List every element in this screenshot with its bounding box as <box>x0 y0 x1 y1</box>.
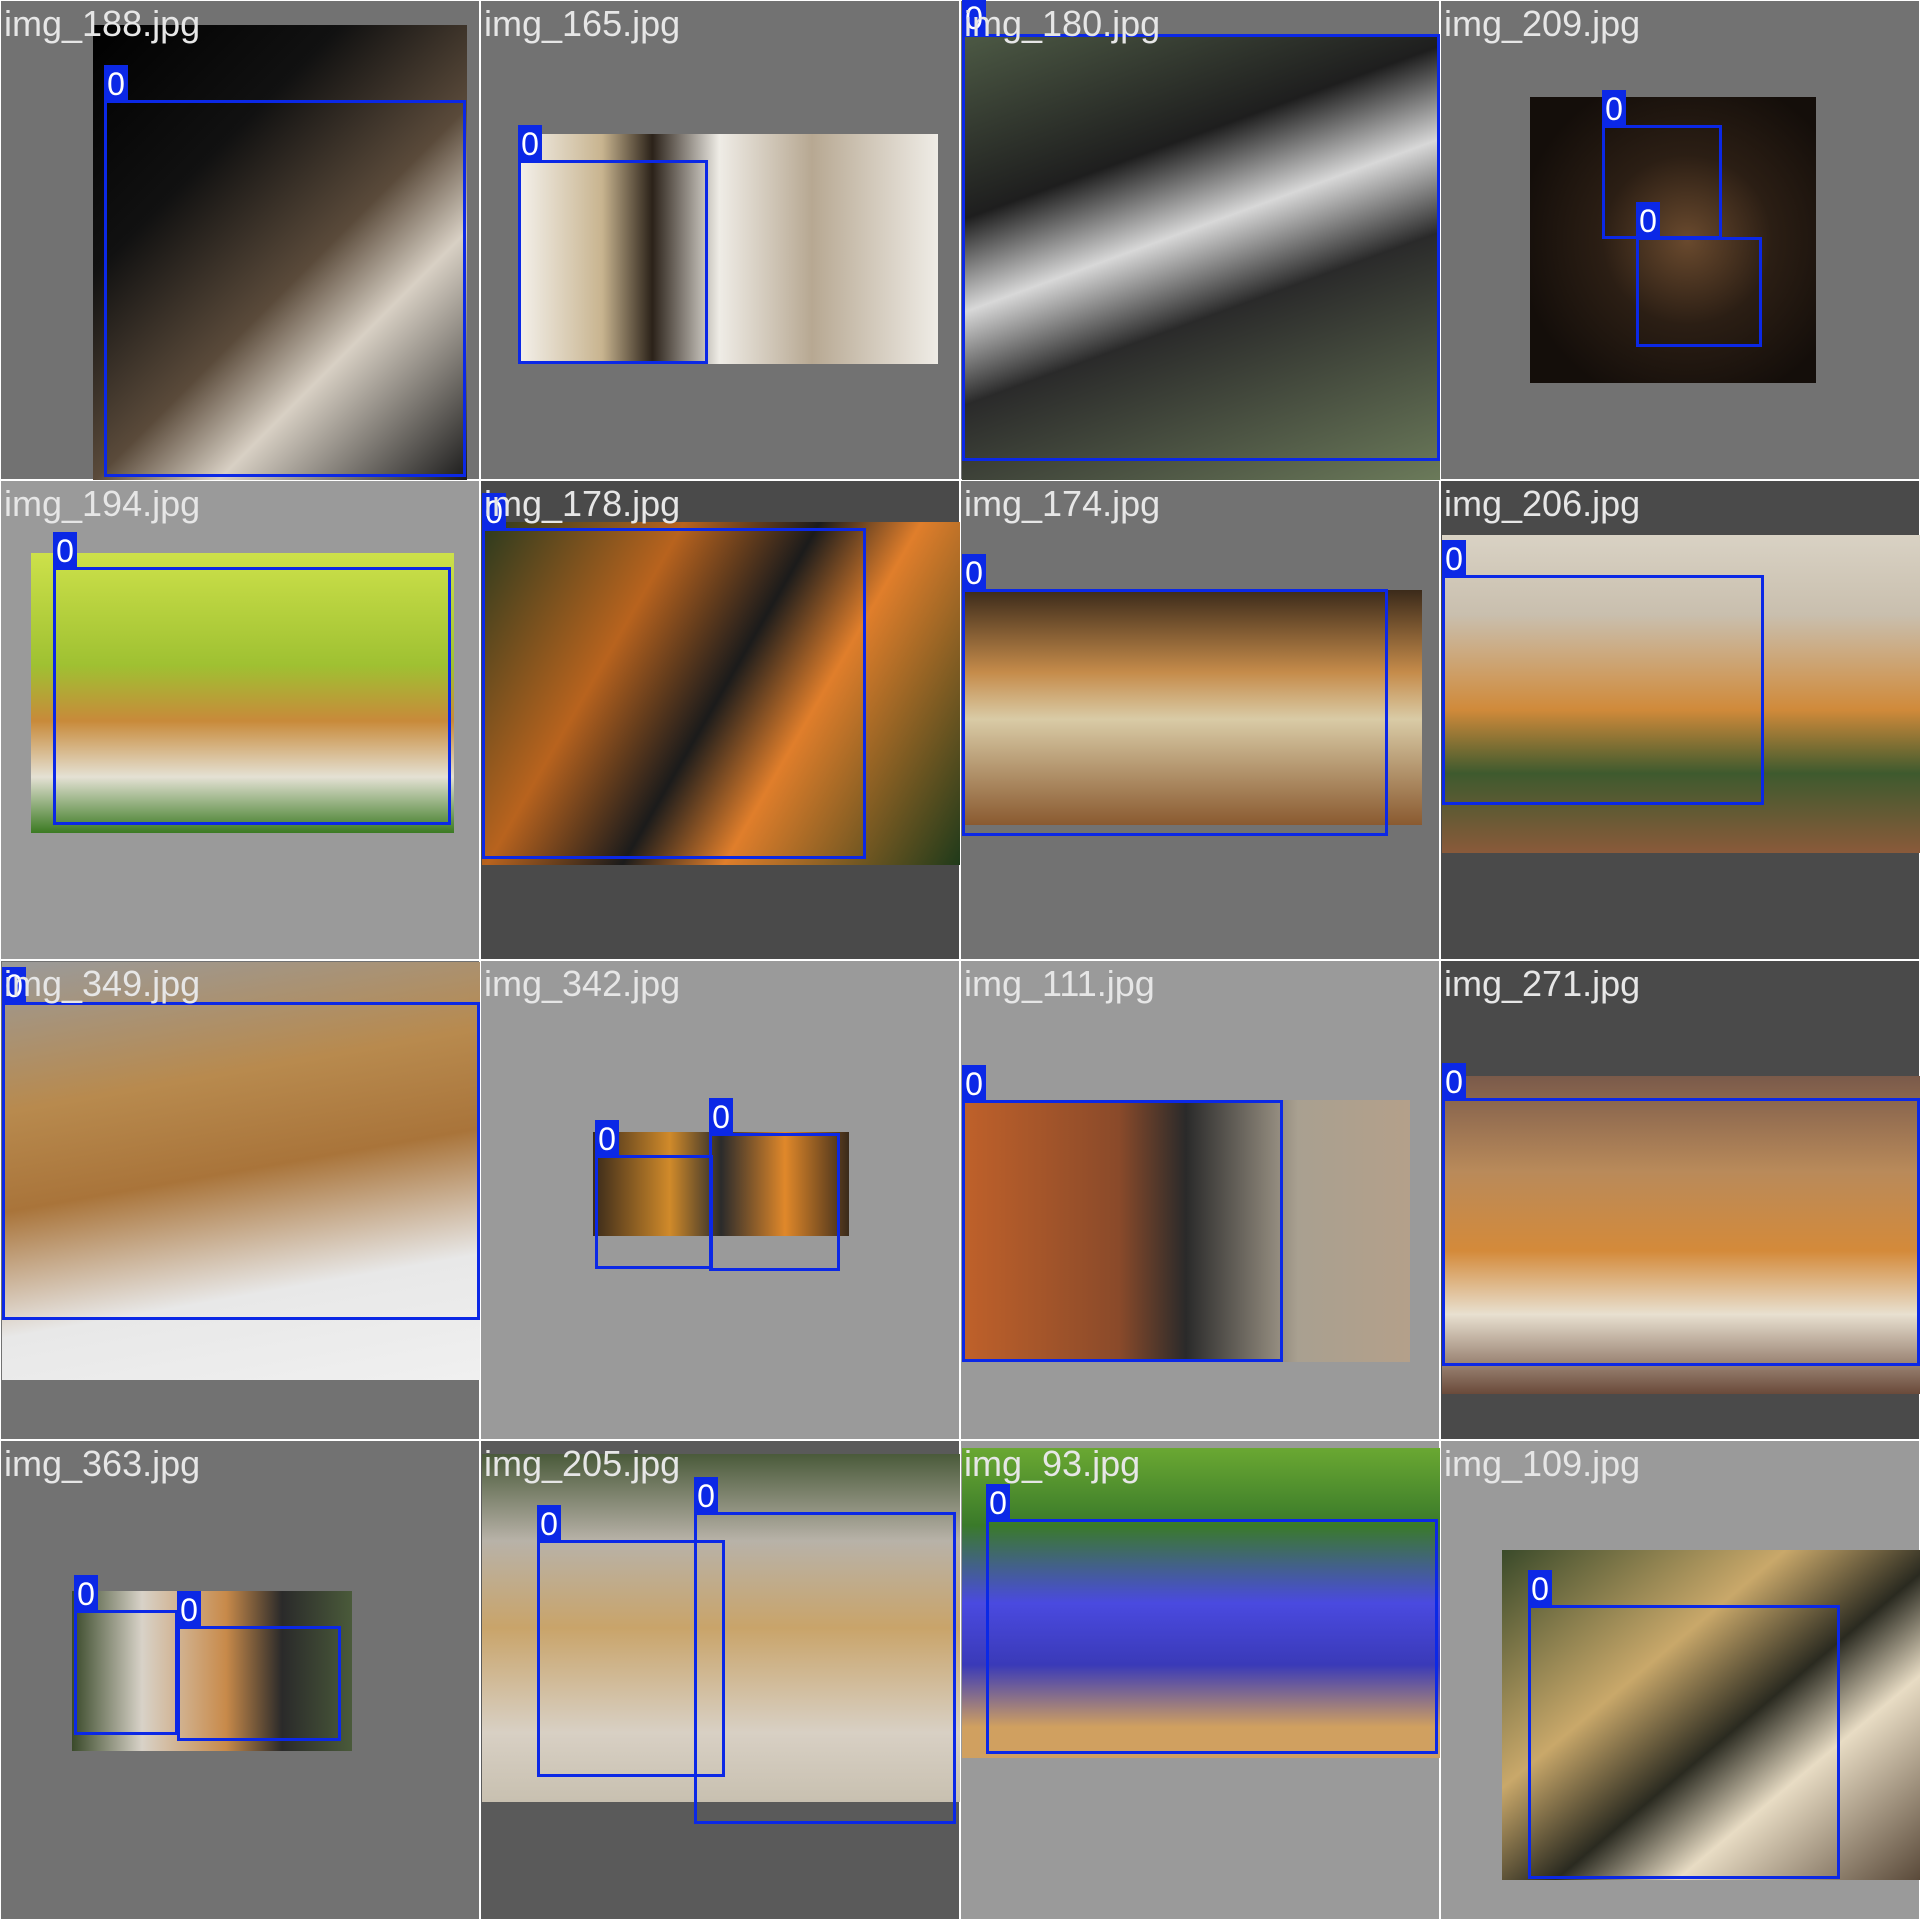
image-filename-label: img_111.jpg <box>964 963 1155 1004</box>
detection-bounding-box: 0 <box>986 1484 1438 1754</box>
detection-class-tag: 0 <box>1528 1570 1552 1608</box>
detection-class-tag: 0 <box>694 1477 718 1515</box>
image-filename-label: img_180.jpg <box>964 3 1161 44</box>
detection-bounding-box: 0 <box>1636 202 1762 347</box>
detection-bounding-box: 0 <box>482 493 866 859</box>
image-filename-label: img_178.jpg <box>484 483 681 524</box>
image-filename-label: img_165.jpg <box>484 3 681 44</box>
detection-class-tag: 0 <box>1442 1063 1466 1101</box>
image-tile: img_205.jpg 0 0 <box>480 1440 960 1920</box>
detection-bounding-box: 0 <box>1602 90 1722 239</box>
image-tile: img_206.jpg 0 <box>1440 480 1920 960</box>
detection-class-tag: 0 <box>1442 540 1466 578</box>
image-tile: img_180.jpg 0 <box>960 0 1440 480</box>
detection-bounding-box: 0 <box>518 125 708 364</box>
image-tile: img_188.jpg 0 <box>0 0 480 480</box>
image-tile: img_111.jpg 0 <box>960 960 1440 1440</box>
image-tile: img_109.jpg 0 <box>1440 1440 1920 1920</box>
detection-class-tag: 0 <box>962 554 986 592</box>
image-filename-label: img_209.jpg <box>1444 3 1641 44</box>
image-tile: img_165.jpg 0 <box>480 0 960 480</box>
image-filename-label: img_349.jpg <box>4 963 201 1004</box>
detection-bounding-box: 0 <box>53 532 451 825</box>
detection-mosaic: img_188.jpg 0 img_165.jpg 0 img_180.jpg 0 img_… <box>0 0 1920 1920</box>
image-filename-label: img_188.jpg <box>4 3 201 44</box>
detection-bounding-box: 0 <box>962 1065 1283 1362</box>
image-tile: img_93.jpg 0 <box>960 1440 1440 1920</box>
detection-class-tag: 0 <box>74 1575 98 1613</box>
image-tile: img_271.jpg 0 <box>1440 960 1920 1440</box>
detection-bounding-box: 0 <box>1528 1570 1840 1879</box>
detection-class-tag: 0 <box>595 1120 619 1158</box>
detection-class-tag: 0 <box>177 1591 201 1629</box>
detection-bounding-box: 0 <box>694 1477 956 1824</box>
detection-class-tag: 0 <box>53 532 77 570</box>
detection-bounding-box: 0 <box>962 0 1440 461</box>
image-filename-label: img_93.jpg <box>964 1443 1141 1484</box>
image-filename-label: img_205.jpg <box>484 1443 681 1484</box>
detection-bounding-box: 0 <box>74 1575 178 1735</box>
detection-bounding-box: 0 <box>962 554 1388 836</box>
image-filename-label: img_109.jpg <box>1444 1443 1641 1484</box>
image-tile: img_363.jpg 0 0 <box>0 1440 480 1920</box>
detection-bounding-box: 0 <box>2 967 480 1320</box>
image-tile: img_194.jpg 0 <box>0 480 480 960</box>
image-filename-label: img_194.jpg <box>4 483 201 524</box>
image-tile: img_209.jpg 0 0 <box>1440 0 1920 480</box>
image-filename-label: img_363.jpg <box>4 1443 201 1484</box>
detection-bounding-box: 0 <box>1442 1063 1920 1366</box>
detection-class-tag: 0 <box>104 65 128 103</box>
image-tile: img_178.jpg 0 <box>480 480 960 960</box>
detection-class-tag: 0 <box>518 125 542 163</box>
detection-class-tag: 0 <box>1636 202 1660 240</box>
detection-class-tag: 0 <box>986 1484 1010 1522</box>
image-filename-label: img_271.jpg <box>1444 963 1641 1004</box>
image-tile: img_174.jpg 0 <box>960 480 1440 960</box>
image-tile: img_342.jpg 0 0 <box>480 960 960 1440</box>
detection-bounding-box: 0 <box>595 1120 713 1269</box>
detection-class-tag: 0 <box>1602 90 1626 128</box>
image-filename-label: img_174.jpg <box>964 483 1161 524</box>
image-tile: img_349.jpg 0 <box>0 960 480 1440</box>
detection-class-tag: 0 <box>962 1065 986 1103</box>
detection-bounding-box: 0 <box>1442 540 1764 805</box>
image-filename-label: img_206.jpg <box>1444 483 1641 524</box>
image-filename-label: img_342.jpg <box>484 963 681 1004</box>
detection-bounding-box: 0 <box>177 1591 341 1741</box>
detection-bounding-box: 0 <box>709 1098 840 1271</box>
detection-class-tag: 0 <box>709 1098 733 1136</box>
detection-bounding-box: 0 <box>104 65 466 477</box>
detection-class-tag: 0 <box>537 1505 561 1543</box>
